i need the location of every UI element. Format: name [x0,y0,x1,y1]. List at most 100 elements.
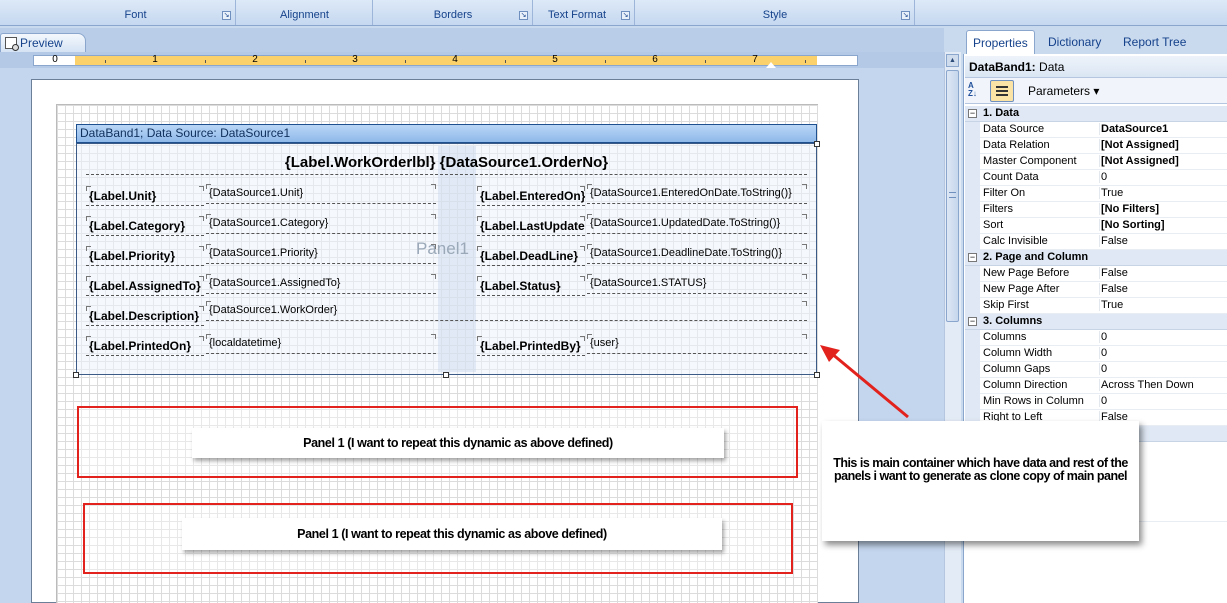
collapse-icon[interactable]: − [968,317,977,326]
property-value[interactable]: 0 [1099,363,1225,375]
property-value[interactable]: [No Filters] [1099,203,1225,215]
property-row[interactable]: Column Gaps 0 [965,362,1227,378]
databand-header[interactable]: DataBand1; Data Source: DataSource1 [76,124,817,143]
property-row[interactable]: Master Component [Not Assigned] [965,154,1227,170]
property-name: Column Gaps [983,363,1051,375]
resize-handle[interactable] [73,372,79,378]
ruler-tick [105,60,106,63]
tab-dictionary[interactable]: Dictionary [1042,30,1107,54]
field-value-printedon[interactable]: {localdatetime} [206,332,436,354]
ruler-tick [705,60,706,63]
field-value-enteredon[interactable]: {DataSource1.EnteredOnDate.ToString()} [587,182,807,204]
property-value[interactable]: [Not Assigned] [1099,155,1225,167]
property-row[interactable]: Filter On True [965,186,1227,202]
property-row[interactable]: Min Rows in Column 0 [965,394,1227,410]
category-label: 3. Columns [983,315,1043,327]
sort-categorized-icon[interactable] [990,80,1014,102]
property-name: Column Width [983,347,1053,359]
property-value[interactable]: False [1099,283,1225,295]
property-row[interactable]: Data Relation [Not Assigned] [965,138,1227,154]
dialog-launcher-icon[interactable]: ↘ [222,11,231,20]
property-value[interactable]: 0 [1099,395,1225,407]
property-value[interactable]: False [1099,267,1225,279]
field-label-lastupdated[interactable]: {Label.LastUpdated} [477,214,585,236]
property-value[interactable]: True [1099,299,1225,311]
property-category[interactable]: −2. Page and Column [965,250,1227,266]
field-value-assignedto[interactable]: {DataSource1.AssignedTo} [206,272,436,294]
property-value[interactable]: 0 [1099,331,1225,343]
dialog-launcher-icon[interactable]: ↘ [901,11,910,20]
scroll-up-icon[interactable]: ▲ [946,54,959,67]
ruler-number: 4 [452,54,458,65]
parameters-label: Parameters [1028,84,1091,98]
field-label-unit[interactable]: {Label.Unit} [86,184,204,206]
property-category[interactable]: −1. Data [965,106,1227,122]
dialog-launcher-icon[interactable]: ↘ [519,11,528,20]
property-row[interactable]: New Page After False [965,282,1227,298]
property-category[interactable]: −3. Columns [965,314,1227,330]
property-value[interactable]: False [1099,235,1225,247]
tab-report-tree[interactable]: Report Tree [1117,30,1192,54]
property-value[interactable]: DataSource1 [1099,123,1225,135]
properties-tabstrip: Properties Dictionary Report Tree [963,28,1227,54]
property-row[interactable]: Data Source DataSource1 [965,122,1227,138]
field-value-status[interactable]: {DataSource1.STATUS} [587,272,807,294]
field-value-priority[interactable]: {DataSource1.Priority} [206,242,436,264]
field-label-printedby[interactable]: {Label.PrintedBy} [477,334,585,356]
resize-handle[interactable] [814,372,820,378]
property-value[interactable]: [No Sorting] [1099,219,1225,231]
collapse-icon[interactable]: − [968,253,977,262]
parameters-dropdown[interactable]: Parameters ▾ [1028,84,1099,98]
property-row[interactable]: Column Width 0 [965,346,1227,362]
property-row[interactable]: Calc Invisible False [965,234,1227,250]
ribbon-group-text-format: Text Format ↘ [534,0,635,25]
property-value[interactable]: 0 [1099,171,1225,183]
property-value[interactable]: [Not Assigned] [1099,139,1225,151]
field-label-description[interactable]: {Label.Description} [86,304,204,326]
property-name: Master Component [983,155,1077,167]
property-name: Sort [983,219,1004,231]
property-row[interactable]: New Page Before False [965,266,1227,282]
property-row[interactable]: Columns 0 [965,330,1227,346]
field-value-workorder[interactable]: {DataSource1.WorkOrder} [206,299,807,321]
field-value-deadline[interactable]: {DataSource1.DeadlineDate.ToString()} [587,242,807,264]
title-field[interactable]: {Label.WorkOrderlbl} {DataSource1.OrderN… [86,152,807,175]
property-row[interactable]: Sort [No Sorting] [965,218,1227,234]
ribbon-group-bar: Font ↘ Alignment Borders ↘ Text Format ↘… [0,0,1227,26]
property-value[interactable]: True [1099,187,1225,199]
property-value[interactable]: Across Then Down [1099,379,1225,391]
ribbon-group-alignment: Alignment [237,0,373,25]
field-value-unit[interactable]: {DataSource1.Unit} [206,182,436,204]
field-label-status[interactable]: {Label.Status} [477,274,585,296]
field-label-priority[interactable]: {Label.Priority} [86,244,204,266]
property-row[interactable]: Skip First True [965,298,1227,314]
field-value-category[interactable]: {DataSource1.Category} [206,212,436,234]
field-label-assignedto[interactable]: {Label.AssignedTo} [86,274,204,296]
resize-handle[interactable] [814,141,820,147]
ruler-tick [405,60,406,63]
resize-handle[interactable] [443,372,449,378]
field-label-enteredon[interactable]: {Label.EnteredOn} [477,184,585,206]
field-value-updated[interactable]: {DataSource1.UpdatedDate.ToString()} [587,212,807,234]
property-name: Data Source [983,123,1045,135]
field-label-deadline[interactable]: {Label.DeadLine} [477,244,585,266]
preview-icon [5,37,19,51]
property-value[interactable]: 0 [1099,347,1225,359]
tab-preview-label: Preview [20,36,63,50]
category-label: 1. Data [983,107,1020,119]
dialog-launcher-icon[interactable]: ↘ [621,11,630,20]
collapse-icon[interactable]: − [968,109,977,118]
property-name: Filter On [983,187,1026,199]
property-row[interactable]: Filters [No Filters] [965,202,1227,218]
property-row[interactable]: Count Data 0 [965,170,1227,186]
field-label-printedon[interactable]: {Label.PrintedOn} [86,334,204,356]
field-value-user[interactable]: {user} [587,332,807,354]
property-row[interactable]: Column Direction Across Then Down [965,378,1227,394]
panel1-area[interactable] [438,146,476,372]
property-name: Filters [983,203,1013,215]
field-label-category[interactable]: {Label.Category} [86,214,204,236]
tab-preview[interactable]: Preview [0,33,86,52]
sort-alphabetical-icon[interactable]: A Z↓ [968,82,984,100]
ruler-number: 5 [552,54,558,65]
tab-properties[interactable]: Properties [966,30,1035,54]
